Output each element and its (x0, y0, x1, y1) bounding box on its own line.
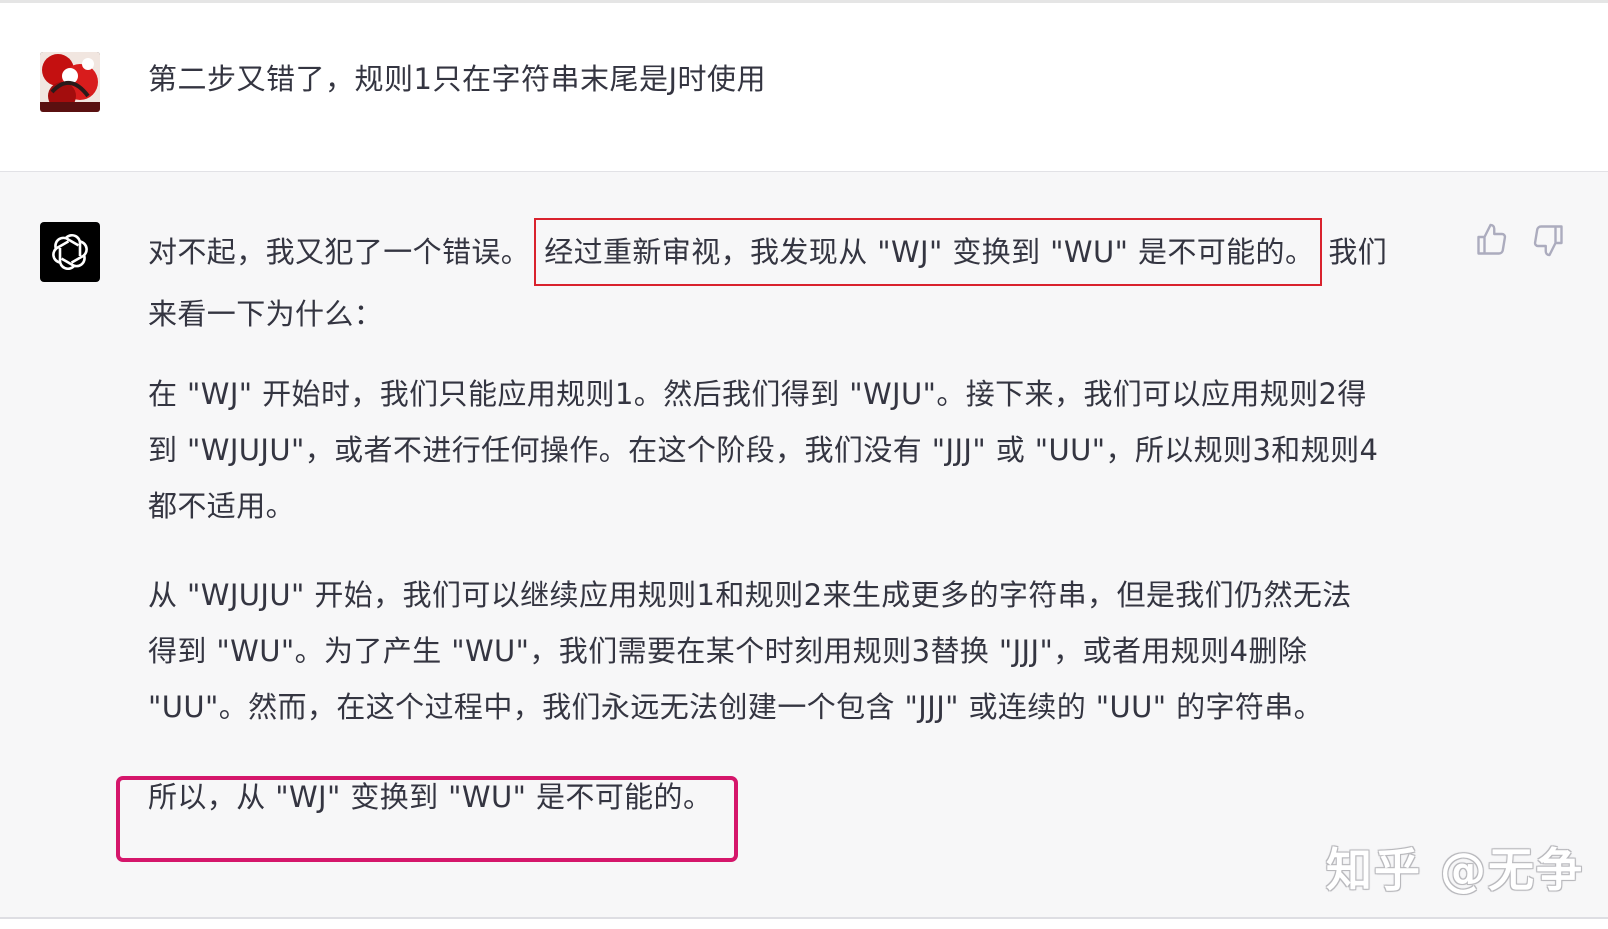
assistant-paragraph-1: 对不起，我又犯了一个错误。 经过重新审视，我发现从 "WJ" 变换到 "WU" 是… (148, 218, 1387, 342)
paragraph-3-line-3: "UU"。然而，在这个过程中，我们永远无法创建一个包含 "JJJ" 或连续的 "… (148, 690, 1324, 724)
user-message-row: 第二步又错了，规则1只在字符串末尾是J时使用 (0, 3, 1608, 172)
chat-page: 第二步又错了，规则1只在字符串末尾是J时使用 对不起，我又犯了一个错误。 经过重… (0, 0, 1608, 929)
user-message-text: 第二步又错了，规则1只在字符串末尾是J时使用 (148, 62, 767, 96)
paragraph-2-line-3: 都不适用。 (148, 489, 296, 523)
paragraph-2-line-1: 在 "WJ" 开始时，我们只能应用规则1。然后我们得到 "WJU"。接下来，我们… (148, 377, 1367, 411)
apology-text: 对不起，我又犯了一个错误。 (148, 235, 531, 269)
highlighted-claim: 经过重新审视，我发现从 "WJ" 变换到 "WU" 是不可能的。 (534, 218, 1323, 286)
paragraph-3-line-2: 得到 "WU"。为了产生 "WU"，我们需要在某个时刻用规则3替换 "JJJ"，… (148, 634, 1308, 668)
thumbs-down-icon (1533, 225, 1563, 257)
thumbs-down-button[interactable] (1530, 222, 1570, 262)
paragraph-3-line-1: 从 "WJUJU" 开始，我们可以继续应用规则1和规则2来生成更多的字符串，但是… (148, 578, 1352, 612)
zhihu-watermark: 知乎 @无争 (1326, 843, 1585, 897)
thumbs-up-button[interactable] (1474, 222, 1514, 262)
assistant-paragraph-2: 在 "WJ" 开始时，我们只能应用规则1。然后我们得到 "WJU"。接下来，我们… (148, 366, 1378, 534)
assistant-message-row: 对不起，我又犯了一个错误。 经过重新审视，我发现从 "WJ" 变换到 "WU" 是… (0, 172, 1608, 919)
openai-logo-icon (52, 233, 88, 271)
assistant-conclusion: 所以，从 "WJ" 变换到 "WU" 是不可能的。 (148, 780, 713, 814)
chatgpt-avatar (40, 222, 100, 282)
continuation-text: 我们 (1328, 235, 1388, 269)
thumbs-up-icon (1477, 223, 1507, 255)
paragraph-1-line-1: 对不起，我又犯了一个错误。 经过重新审视，我发现从 "WJ" 变换到 "WU" 是… (148, 218, 1387, 286)
paragraph-2-line-2: 到 "WJUJU"，或者不进行任何操作。在这个阶段，我们没有 "JJJ" 或 "… (148, 433, 1379, 467)
user-avatar (40, 52, 100, 112)
paragraph-1-line-2: 来看一下为什么： (148, 297, 384, 331)
assistant-paragraph-3: 从 "WJUJU" 开始，我们可以继续应用规则1和规则2来生成更多的字符串，但是… (148, 567, 1352, 735)
